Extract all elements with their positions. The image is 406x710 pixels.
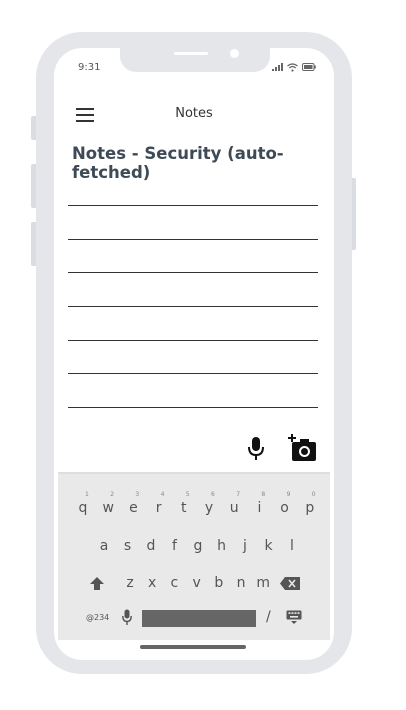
wifi-icon: [287, 62, 298, 72]
keyboard-row-4: @234 /: [58, 607, 330, 629]
key-j[interactable]: j: [235, 538, 255, 554]
slash-key[interactable]: /: [266, 609, 271, 625]
front-camera: [230, 49, 239, 58]
page-title: Notes - Security (auto-fetched): [72, 144, 284, 182]
key-l[interactable]: l: [282, 538, 302, 554]
key-label: u: [229, 500, 239, 516]
speaker: [174, 52, 208, 55]
key-d[interactable]: d: [141, 538, 161, 554]
key-o[interactable]: 9o: [275, 491, 295, 516]
key-number-hint: 4: [160, 491, 165, 498]
key-label: p: [305, 500, 315, 516]
keyboard-row-1: 1q2w3e4r5t6y7u8i9o0p: [58, 491, 330, 522]
key-number-hint: 2: [110, 491, 115, 498]
key-y[interactable]: 6y: [199, 491, 219, 516]
key-number-hint: 9: [286, 491, 291, 498]
key-u[interactable]: 7u: [224, 491, 244, 516]
note-line: [68, 205, 318, 206]
key-label: i: [257, 500, 262, 516]
shift-icon[interactable]: [90, 577, 104, 590]
note-line: [68, 239, 318, 240]
key-q[interactable]: 1q: [73, 491, 93, 516]
key-number-hint: 6: [211, 491, 215, 498]
note-line: [68, 373, 318, 374]
key-label: t: [181, 500, 187, 516]
keyboard-hide-icon[interactable]: [286, 610, 302, 625]
battery-icon: [302, 63, 316, 71]
key-label: r: [155, 500, 162, 516]
key-m[interactable]: m: [253, 575, 273, 591]
backspace-icon[interactable]: [280, 577, 300, 590]
note-line: [68, 340, 318, 341]
key-number-hint: 8: [261, 491, 266, 498]
key-h[interactable]: h: [212, 538, 232, 554]
key-v[interactable]: v: [187, 575, 207, 591]
note-line: [68, 306, 318, 307]
symbols-key[interactable]: @234: [86, 613, 109, 622]
key-number-hint: 5: [185, 491, 190, 498]
phone-screen: 9:31 Notes Notes - Security (auto-fetche…: [54, 48, 334, 660]
signal-icon: [272, 63, 283, 71]
keyboard-row-2: asdfghjkl: [58, 538, 330, 560]
key-number-hint: 3: [135, 491, 140, 498]
key-label: o: [280, 500, 289, 516]
key-e[interactable]: 3e: [123, 491, 143, 516]
key-n[interactable]: n: [231, 575, 251, 591]
key-b[interactable]: b: [209, 575, 229, 591]
key-label: y: [204, 500, 214, 516]
key-i[interactable]: 8i: [249, 491, 269, 516]
key-w[interactable]: 2w: [98, 491, 118, 516]
status-icons: [272, 62, 316, 72]
key-label: q: [78, 500, 88, 516]
key-number-hint: 0: [311, 491, 316, 498]
key-label: w: [102, 500, 114, 516]
key-g[interactable]: g: [188, 538, 208, 554]
key-s[interactable]: s: [118, 538, 138, 554]
note-line: [68, 407, 318, 408]
key-label: e: [129, 500, 138, 516]
key-x[interactable]: x: [142, 575, 162, 591]
key-number-hint: 1: [85, 491, 89, 498]
key-f[interactable]: f: [165, 538, 185, 554]
keyboard-mic-icon[interactable]: [122, 609, 132, 626]
key-a[interactable]: a: [94, 538, 114, 554]
microphone-icon[interactable]: [248, 436, 264, 462]
add-photo-icon[interactable]: [288, 434, 318, 462]
home-indicator[interactable]: [140, 645, 246, 649]
key-t[interactable]: 5t: [174, 491, 194, 516]
key-z[interactable]: z: [120, 575, 140, 591]
phone-frame: 9:31 Notes Notes - Security (auto-fetche…: [36, 32, 352, 674]
note-line: [68, 272, 318, 273]
key-k[interactable]: k: [259, 538, 279, 554]
spacebar[interactable]: [142, 610, 256, 627]
status-time: 9:31: [78, 62, 101, 73]
keyboard-row-3: zxcvbnm: [58, 575, 330, 597]
key-c[interactable]: c: [164, 575, 184, 591]
key-number-hint: 7: [236, 491, 241, 498]
header-title: Notes: [175, 106, 213, 121]
key-r[interactable]: 4r: [149, 491, 169, 516]
on-screen-keyboard: 1q2w3e4r5t6y7u8i9o0p asdfghjkl zxcvbnm @…: [58, 472, 330, 640]
key-p[interactable]: 0p: [300, 491, 320, 516]
notch: [120, 48, 270, 72]
